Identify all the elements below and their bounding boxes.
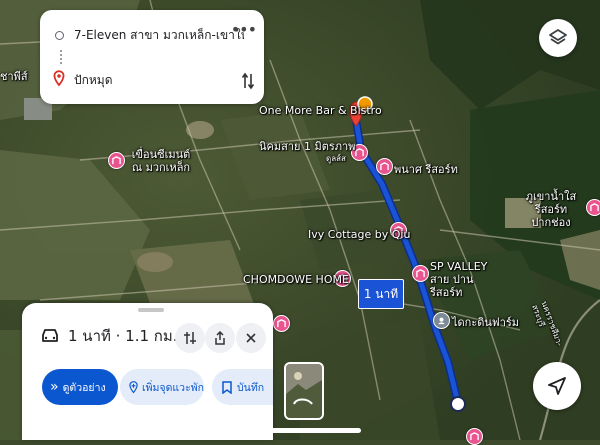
poi-pin-phukhao[interactable] — [586, 199, 600, 216]
poi-pin-bottom[interactable] — [466, 428, 483, 445]
poi-pin-phanat[interactable] — [376, 158, 393, 175]
poi-label-small-road: ดูลส์ส — [326, 154, 346, 163]
add-stop-button[interactable]: เพิ่มจุดแวะพัก — [120, 369, 204, 405]
preview-button[interactable]: » ดูตัวอย่าง — [42, 369, 118, 405]
origin-circle-icon — [55, 30, 64, 40]
close-button[interactable] — [236, 323, 266, 353]
poi-label-chomdowe[interactable]: CHOMDOWE HOME — [243, 273, 349, 286]
directions-card: 7-Eleven สาขา มวกเหล็ก-เขาใหญ่ (... ปักห… — [40, 10, 264, 104]
add-stop-label: เพิ่มจุดแวะพัก — [142, 381, 204, 394]
close-icon — [246, 333, 256, 343]
more-vert-icon[interactable]: ••• — [231, 22, 257, 38]
location-pin-icon — [52, 70, 66, 90]
share-icon — [215, 331, 225, 345]
route-summary-text: 1 นาที · 1.1 กม. — [68, 327, 178, 345]
poi-pin-farm[interactable] — [433, 312, 450, 329]
tune-icon — [184, 332, 196, 344]
share-button[interactable] — [205, 323, 235, 353]
poi-pin-dam[interactable] — [108, 152, 125, 169]
origin-input[interactable]: 7-Eleven สาขา มวกเหล็ก-เขาใหญ่ (... — [74, 26, 244, 45]
my-location-button[interactable] — [533, 362, 581, 410]
add-location-icon — [129, 381, 138, 394]
car-icon — [42, 329, 58, 342]
poi-pin-left[interactable] — [273, 315, 290, 332]
navigation-arrow-icon — [548, 377, 566, 395]
poi-label-left-edge[interactable]: ชาพีส์ — [0, 70, 28, 83]
route-options-button[interactable] — [175, 323, 205, 353]
poi-pin-sp-valley[interactable] — [412, 265, 429, 282]
poi-label-ivy[interactable]: Ivy Cottage by Qiu — [308, 228, 410, 241]
swap-vertical-icon[interactable] — [241, 72, 255, 94]
poi-label-dam[interactable]: เขื่อนซีเมนต์ ณ มวกเหล็ก — [126, 148, 196, 174]
route-origin-marker[interactable] — [450, 396, 466, 412]
save-button[interactable]: บันทึก — [212, 369, 273, 405]
preview-button-label: ดูตัวอย่าง — [62, 381, 106, 394]
double-chevron-icon: » — [50, 379, 59, 395]
bookmark-icon — [222, 380, 232, 394]
layers-icon — [549, 29, 567, 45]
poi-label-nikhom[interactable]: นิคมสาย 1 มิตรภาพ — [259, 140, 355, 153]
save-label: บันทึก — [237, 381, 265, 394]
route-summary: 1 นาที · 1.1 กม. — [40, 324, 178, 348]
destination-row[interactable]: ปักหมุด — [40, 58, 264, 102]
poi-label-sp-valley[interactable]: SP VALLEY สาย ปาน รีสอร์ท — [430, 260, 500, 299]
poi-label-phukhao[interactable]: ภูเขาน้ำใส รีสอร์ท ปากช่อง — [520, 190, 582, 229]
poi-label-phanat[interactable]: พนาศ รีสอร์ท — [394, 163, 458, 176]
route-duration-label[interactable]: 1 นาที — [358, 279, 404, 309]
destination-input[interactable]: ปักหมุด — [74, 71, 113, 90]
poi-label-one-more-bar[interactable]: One More Bar & Bistro — [259, 104, 382, 117]
street-view-thumbnail[interactable] — [284, 362, 324, 420]
route-bottom-sheet: 1 นาที · 1.1 กม. » ดูตัวอย่าง เพิ่มจุดแว… — [22, 303, 273, 440]
sheet-drag-handle[interactable] — [138, 308, 164, 312]
poi-label-farm[interactable]: ไดกะดินฟาร์ม — [452, 316, 519, 329]
layers-button[interactable] — [539, 19, 577, 57]
home-indicator — [227, 428, 361, 433]
